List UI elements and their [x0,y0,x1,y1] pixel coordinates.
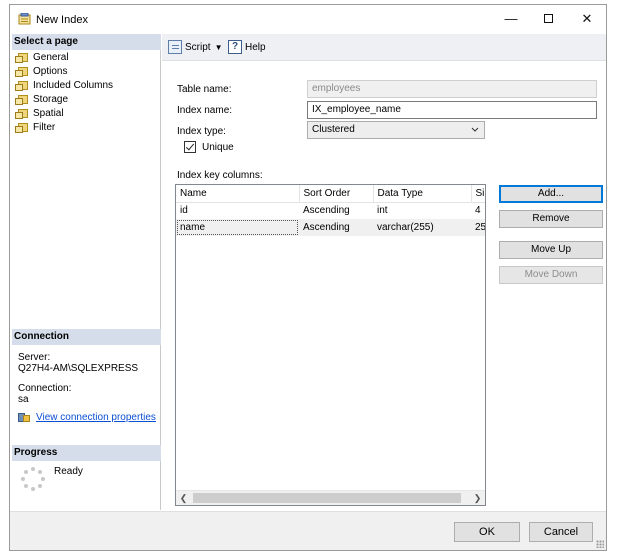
help-icon [228,40,242,54]
page-icon [15,52,29,64]
scroll-right-icon[interactable]: ❯ [470,491,485,505]
cell-data-type: int [377,205,388,217]
script-label: Script [185,41,211,53]
index-type-value: Clustered [312,124,355,135]
move-down-button[interactable]: Move Down [499,266,603,284]
left-pane: Select a page General Options Included C… [12,34,161,510]
page-list: General Options Included Columns Storage… [12,51,161,135]
page-icon [15,108,29,120]
script-icon [168,40,182,54]
close-button[interactable]: ✕ [576,9,598,29]
right-pane: Script ▼ Help Table name: employees Inde… [162,34,606,510]
page-item-options[interactable]: Options [12,65,161,79]
index-key-columns-grid[interactable]: Name Sort Order Data Type Si id Ascendin… [175,184,486,506]
remove-button[interactable]: Remove [499,210,603,228]
progress-status: Ready [54,466,83,477]
index-name-label: Index name: [177,105,233,116]
cancel-button[interactable]: Cancel [529,522,593,542]
page-item-general[interactable]: General [12,51,161,65]
help-label: Help [245,41,266,53]
page-item-label: Filter [33,122,56,133]
move-up-button[interactable]: Move Up [499,241,603,259]
column-header-sort-order[interactable]: Sort Order [299,185,374,203]
server-label: Server: [18,352,51,363]
resize-grip-icon[interactable] [596,540,604,548]
cell-name[interactable]: name [176,219,299,236]
page-item-label: Spatial [33,108,64,119]
help-button[interactable]: Help [228,40,266,54]
page-item-label: Storage [33,94,69,105]
select-page-header: Select a page [12,34,161,50]
page-item-label: Options [33,66,68,77]
link-label: View connection properties [36,412,156,423]
page-item-included-columns[interactable]: Included Columns [12,79,161,93]
index-type-label: Index type: [177,126,226,137]
ok-button[interactable]: OK [454,522,520,542]
page-item-storage[interactable]: Storage [12,93,161,107]
chevron-down-icon [471,127,479,132]
cell-name[interactable]: id [176,202,299,219]
table-name-field: employees [307,80,597,98]
connection-header: Connection [12,329,161,345]
index-key-columns-label: Index key columns: [177,170,263,181]
minimize-button[interactable]: — [500,9,522,29]
page-icon [15,66,29,78]
unique-label: Unique [202,141,234,153]
page-icon [15,94,29,106]
toolbar: Script ▼ Help [162,34,606,61]
page-item-label: Included Columns [33,80,114,91]
title-bar: New Index — ✕ [10,5,606,33]
window-title: New Index [36,14,88,26]
table-row[interactable]: id Ascending int 4 [176,202,485,219]
table-name-label: Table name: [177,84,232,95]
page-item-filter[interactable]: Filter [12,121,161,135]
dialog-footer: OK Cancel [10,511,606,550]
column-header-size[interactable]: Si [471,185,485,203]
cell-size: 4 [475,205,481,217]
cell-size: 25 [471,219,485,236]
cell-sort-order[interactable]: Ascending [299,219,373,236]
progress-header: Progress [12,445,161,461]
chevron-down-icon[interactable]: ▼ [215,43,223,52]
page-icon [15,122,29,134]
connection-info: Server: Q27H4-AM\SQLEXPRESS Connection: … [18,352,161,405]
maximize-icon [543,14,553,24]
cell-sort-order[interactable]: Ascending [299,202,373,219]
scrollbar-thumb[interactable] [193,493,461,503]
connection-value: sa [18,394,29,405]
server-value: Q27H4-AM\SQLEXPRESS [18,363,139,374]
column-header-name[interactable]: Name [176,185,300,203]
connection-properties-icon [18,412,31,423]
page-item-spatial[interactable]: Spatial [12,107,161,121]
key-columns-table: Name Sort Order Data Type Si id Ascendin… [176,185,485,236]
unique-checkbox-row[interactable]: Unique [184,141,234,153]
progress-spinner-icon [21,467,45,491]
page-item-label: General [33,52,69,63]
index-name-input[interactable]: IX_employee_name [307,101,597,119]
unique-checkbox[interactable] [184,141,196,153]
view-connection-properties-link[interactable]: View connection properties [18,412,156,423]
horizontal-scrollbar[interactable]: ❮ ❯ [176,490,485,505]
scroll-left-icon[interactable]: ❮ [176,491,191,505]
index-type-select[interactable]: Clustered [307,121,485,139]
column-header-data-type[interactable]: Data Type [373,185,472,203]
maximize-button[interactable] [537,9,559,29]
add-button[interactable]: Add... [499,185,603,203]
grid-header-row: Name Sort Order Data Type Si [176,185,485,203]
page-icon [15,80,29,92]
new-index-dialog: New Index — ✕ Select a page General Opti… [9,4,607,551]
script-button[interactable]: Script ▼ [168,40,222,54]
cell-data-type: varchar(255) [373,219,471,236]
index-icon [18,13,31,25]
table-row[interactable]: name Ascending varchar(255) 25 [176,219,485,236]
connection-label: Connection: [18,383,72,394]
